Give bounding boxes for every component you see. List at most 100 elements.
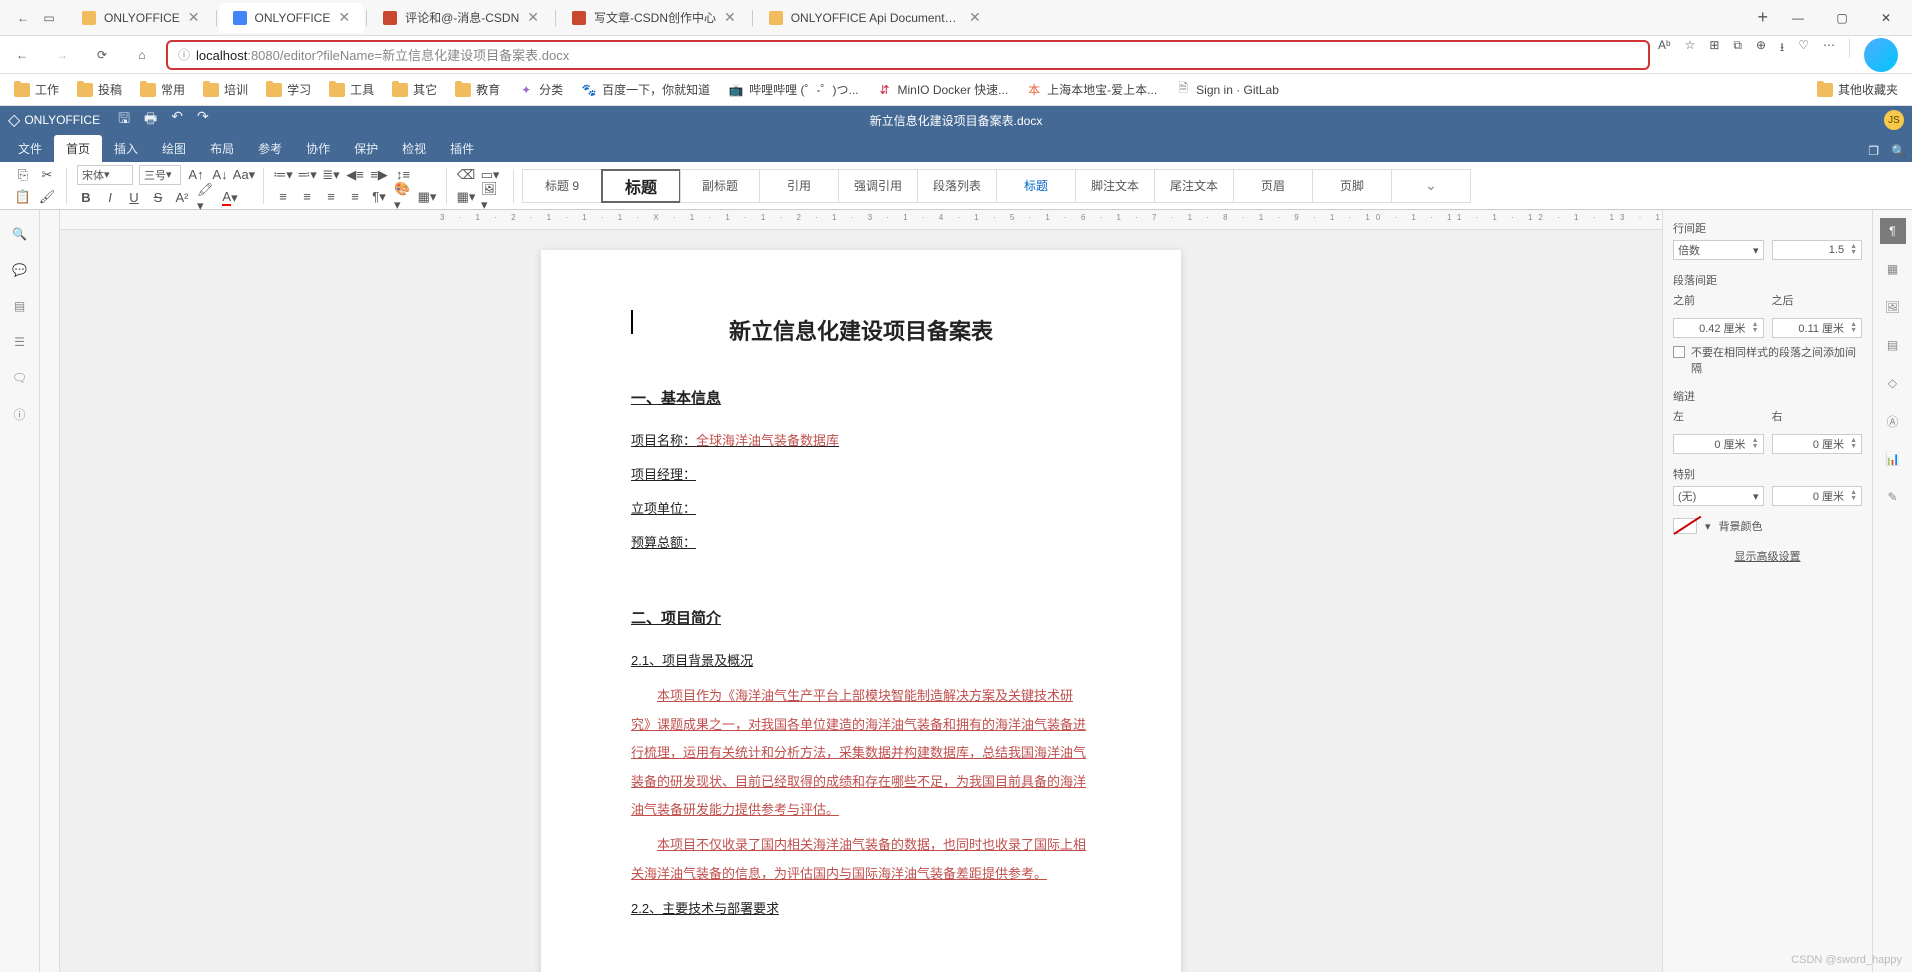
special-indent-select[interactable]: (无)▾ [1673, 486, 1764, 506]
align-center-button[interactable]: ≡ [298, 188, 316, 206]
tab-overview-icon[interactable]: ▭ [42, 11, 56, 25]
doc-title[interactable]: 新立信息化建设项目备案表 [631, 310, 1091, 354]
section-project-intro[interactable]: 二、项目简介 [631, 604, 1091, 634]
downloads-icon[interactable]: ⭳ [1780, 38, 1784, 72]
tab-close-button[interactable]: ✕ [969, 9, 981, 26]
browser-tab-1[interactable]: ONLYOFFICE✕ [219, 3, 365, 33]
window-close-button[interactable]: ✕ [1864, 1, 1908, 35]
bookmark-folder-3[interactable]: 培训 [197, 78, 254, 101]
more-icon[interactable]: ⋯ [1823, 38, 1835, 72]
field-1[interactable]: 项目经理： [631, 462, 1091, 488]
sub-22[interactable]: 2.2、主要技术与部署要求 [631, 896, 1091, 922]
style-7[interactable]: 脚注文本 [1075, 169, 1155, 203]
font-size-select[interactable]: 三号 ▾ [139, 165, 181, 185]
paragraph-1[interactable]: 本项目作为《海洋油气生产平台上部模块智能制造解决方案及关键技术研究》课题成果之一… [631, 682, 1091, 825]
menu-保护[interactable]: 保护 [342, 135, 390, 162]
window-maximize-button[interactable]: ▢ [1820, 1, 1864, 35]
italic-button[interactable]: I [101, 189, 119, 207]
bookmark-link-5[interactable]: 🗎Sign in · GitLab [1169, 76, 1285, 103]
nav-forward-button[interactable]: → [46, 39, 78, 71]
shape-settings-icon[interactable]: ◇ [1880, 370, 1906, 396]
open-file-icon[interactable]: ❐ [1868, 144, 1879, 158]
highlight-button[interactable]: 🖍▾ [197, 189, 215, 207]
clear-style-button[interactable]: ⌫ [457, 166, 475, 184]
dont-add-space-checkbox[interactable]: 不要在相同样式的段落之间添加间隔 [1673, 344, 1862, 376]
strike-button[interactable]: S [149, 189, 167, 207]
field-2[interactable]: 立项单位： [631, 496, 1091, 522]
bold-button[interactable]: B [77, 189, 95, 207]
menu-文件[interactable]: 文件 [6, 135, 54, 162]
borders-button[interactable]: ▦▾ [418, 188, 436, 206]
insert-image-button[interactable]: 🖼▾ [481, 188, 499, 206]
copilot-icon[interactable] [1864, 38, 1898, 72]
sub-21[interactable]: 2.1、项目背景及概况 [631, 648, 1091, 674]
indent-inc-button[interactable]: ≡▶ [370, 166, 388, 184]
insert-table-button[interactable]: ▦▾ [457, 188, 475, 206]
cut-button[interactable]: ✂ [38, 166, 56, 184]
style-3[interactable]: 引用 [759, 169, 839, 203]
copy-button[interactable]: ⎘ [14, 166, 32, 184]
paragraph-settings-icon[interactable]: ¶ [1880, 218, 1906, 244]
bg-color-row[interactable]: ▾ 背景颜色 [1673, 518, 1862, 534]
image-settings-icon[interactable]: 🖼 [1880, 294, 1906, 320]
menu-首页[interactable]: 首页 [54, 135, 102, 162]
bullet-list-button[interactable]: ≔▾ [274, 166, 292, 184]
menu-协作[interactable]: 协作 [294, 135, 342, 162]
style-8[interactable]: 尾注文本 [1154, 169, 1234, 203]
menu-绘图[interactable]: 绘图 [150, 135, 198, 162]
chat-icon[interactable]: 🗨 [8, 366, 32, 390]
navigation-icon[interactable]: ▤ [8, 294, 32, 318]
style-6[interactable]: 标题 [996, 169, 1076, 203]
extensions-icon[interactable]: ⊞ [1709, 38, 1719, 72]
section-basic-info[interactable]: 一、基本信息 [631, 384, 1091, 414]
bg-color-swatch[interactable] [1673, 518, 1697, 534]
bookmark-folder-0[interactable]: 工作 [8, 78, 65, 101]
menu-插入[interactable]: 插入 [102, 135, 150, 162]
site-info-icon[interactable]: ⓘ [178, 46, 190, 63]
indent-right-input[interactable]: 0 厘米▲▼ [1772, 434, 1863, 454]
field-3[interactable]: 预算总额： [631, 530, 1091, 556]
save-icon[interactable]: 🖫 [118, 108, 130, 132]
browser-tab-4[interactable]: ONLYOFFICE Api Documentation...✕ [755, 3, 995, 33]
font-color-button[interactable]: A▾ [221, 189, 239, 207]
bookmark-folder-7[interactable]: 教育 [449, 78, 506, 101]
bookmark-folder-2[interactable]: 常用 [134, 78, 191, 101]
field-0[interactable]: 项目名称：全球海洋油气装备数据库 [631, 428, 1091, 454]
favorites-icon[interactable]: ☆ [1685, 38, 1696, 72]
comments-icon[interactable]: 💬 [8, 258, 32, 282]
bookmark-link-4[interactable]: 本上海本地宝-爱上本... [1020, 78, 1163, 101]
spacing-before-input[interactable]: 0.42 厘米▲▼ [1673, 318, 1764, 338]
align-justify-button[interactable]: ≡ [346, 188, 364, 206]
app-icon[interactable]: ⊕ [1756, 38, 1766, 72]
underline-button[interactable]: U [125, 189, 143, 207]
feedback-icon[interactable]: ⓘ [8, 402, 32, 426]
style-9[interactable]: 页眉 [1233, 169, 1313, 203]
paste-button[interactable]: 📋 [14, 188, 32, 206]
bookmark-link-0[interactable]: ✦分类 [512, 78, 569, 101]
indent-dec-button[interactable]: ◀≡ [346, 166, 364, 184]
user-avatar[interactable]: JS [1884, 110, 1904, 130]
tab-close-button[interactable]: ✕ [338, 9, 350, 26]
tab-close-button[interactable]: ✕ [724, 9, 736, 26]
line-spacing-type-select[interactable]: 倍数▾ [1673, 240, 1764, 260]
window-minimize-button[interactable]: — [1776, 1, 1820, 35]
number-list-button[interactable]: ≕▾ [298, 166, 316, 184]
headings-icon[interactable]: ☰ [8, 330, 32, 354]
style-4[interactable]: 强调引用 [838, 169, 918, 203]
style-5[interactable]: 段落列表 [917, 169, 997, 203]
textart-settings-icon[interactable]: Ⓐ [1880, 408, 1906, 434]
header-settings-icon[interactable]: ▤ [1880, 332, 1906, 358]
menu-检视[interactable]: 检视 [390, 135, 438, 162]
collections-icon[interactable]: ⧉ [1733, 38, 1742, 72]
browser-tab-3[interactable]: 写文章-CSDN创作中心✕ [558, 3, 750, 33]
paragraph-2[interactable]: 本项目不仅收录了国内相关海洋油气装备的数据，也同时也收录了国际上相关海洋油气装备… [631, 831, 1091, 888]
document-page[interactable]: 新立信息化建设项目备案表 一、基本信息 项目名称：全球海洋油气装备数据库项目经理… [541, 250, 1181, 972]
bookmark-folder-5[interactable]: 工具 [323, 78, 380, 101]
print-icon[interactable]: 🖶 [144, 108, 157, 132]
style-1[interactable]: 标题 [601, 169, 681, 203]
browser-tab-0[interactable]: ONLYOFFICE✕ [68, 3, 214, 33]
align-left-button[interactable]: ≡ [274, 188, 292, 206]
signature-settings-icon[interactable]: ✎ [1880, 484, 1906, 510]
bookmark-folder-6[interactable]: 其它 [386, 78, 443, 101]
chart-settings-icon[interactable]: 📊 [1880, 446, 1906, 472]
